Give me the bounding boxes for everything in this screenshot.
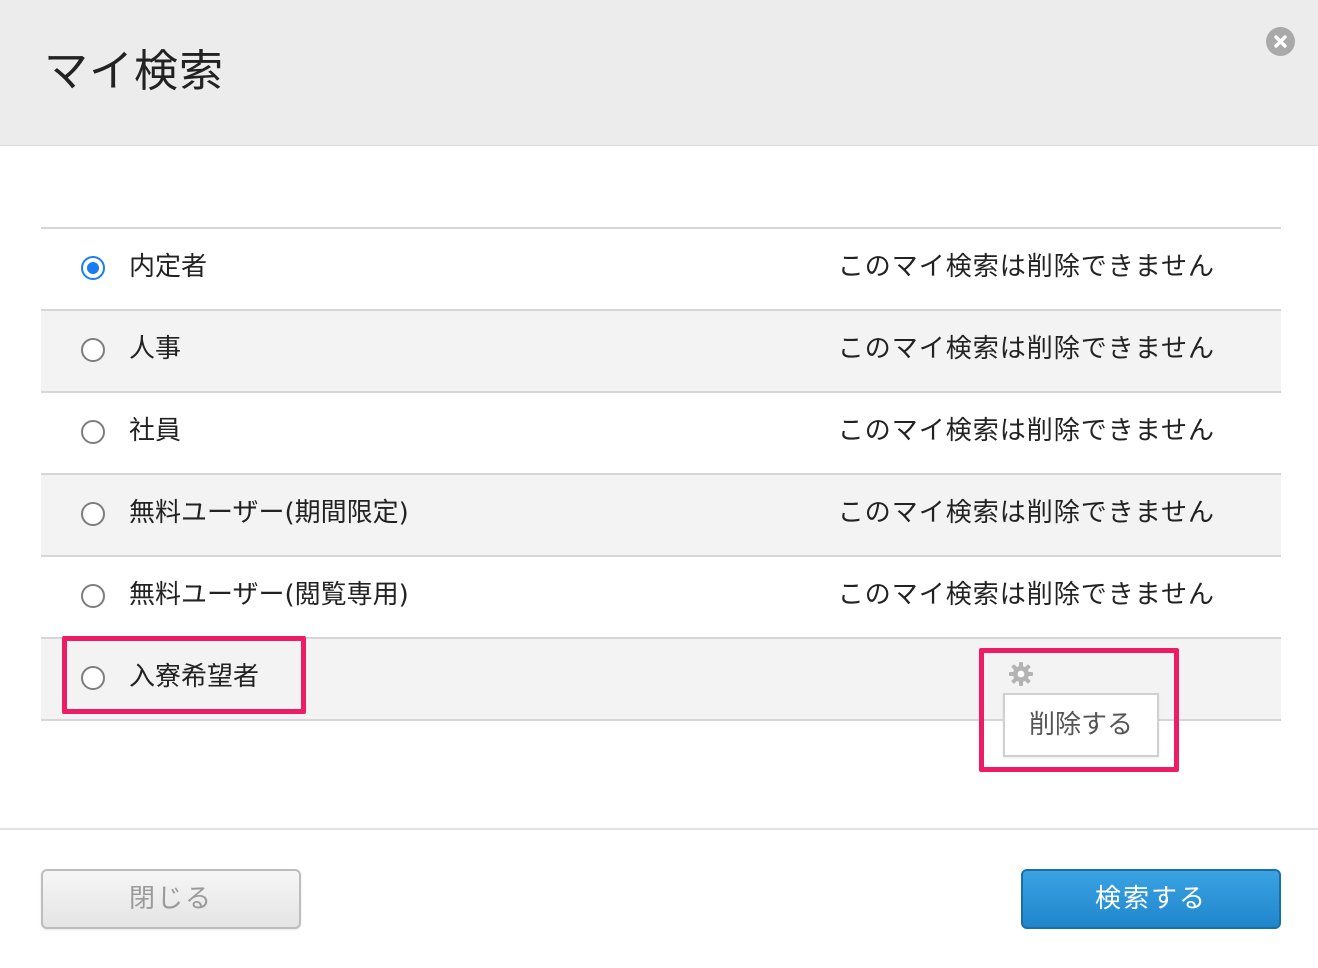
dialog-header: マイ検索 — [0, 0, 1318, 146]
radio-button-selected[interactable] — [81, 256, 105, 280]
list-item[interactable]: 無料ユーザー(閲覧専用) このマイ検索は削除できません — [41, 557, 1281, 639]
radio-button[interactable] — [81, 666, 105, 690]
delete-menu-button[interactable]: 削除する — [1003, 693, 1159, 757]
list-item-label: 無料ユーザー(閲覧専用) — [129, 580, 409, 610]
gear-icon[interactable] — [1008, 661, 1034, 687]
radio-button[interactable] — [81, 420, 105, 444]
radio-button[interactable] — [81, 584, 105, 608]
my-search-list: 内定者 このマイ検索は削除できません 人事 このマイ検索は削除できません 社員 … — [41, 227, 1281, 721]
close-button[interactable]: 閉じる — [41, 869, 301, 929]
list-item[interactable]: 社員 このマイ検索は削除できません — [41, 393, 1281, 475]
footer-divider — [0, 828, 1318, 830]
radio-button[interactable] — [81, 502, 105, 526]
list-item-label: 社員 — [129, 416, 182, 446]
list-item-label: 内定者 — [129, 252, 208, 282]
cannot-delete-note: このマイ検索は削除できません — [837, 252, 1215, 282]
list-item-label: 無料ユーザー(期間限定) — [129, 498, 409, 528]
delete-menu-label: 削除する — [1028, 710, 1133, 740]
cannot-delete-note: このマイ検索は削除できません — [837, 334, 1215, 364]
cannot-delete-note: このマイ検索は削除できません — [837, 498, 1215, 528]
close-icon[interactable] — [1266, 27, 1295, 56]
dialog-title: マイ検索 — [44, 46, 224, 97]
list-item-label: 人事 — [129, 334, 182, 364]
my-search-dialog: マイ検索 内定者 このマイ検索は削除できません 人事 このマイ検索は削除できませ… — [0, 0, 1318, 968]
list-item[interactable]: 無料ユーザー(期間限定) このマイ検索は削除できません — [41, 475, 1281, 557]
radio-button[interactable] — [81, 338, 105, 362]
list-item[interactable]: 人事 このマイ検索は削除できません — [41, 311, 1281, 393]
list-item[interactable]: 内定者 このマイ検索は削除できません — [41, 229, 1281, 311]
search-button[interactable]: 検索する — [1021, 869, 1281, 929]
cannot-delete-note: このマイ検索は削除できません — [837, 416, 1215, 446]
list-item-label: 入寮希望者 — [129, 662, 260, 692]
cannot-delete-note: このマイ検索は削除できません — [837, 580, 1215, 610]
